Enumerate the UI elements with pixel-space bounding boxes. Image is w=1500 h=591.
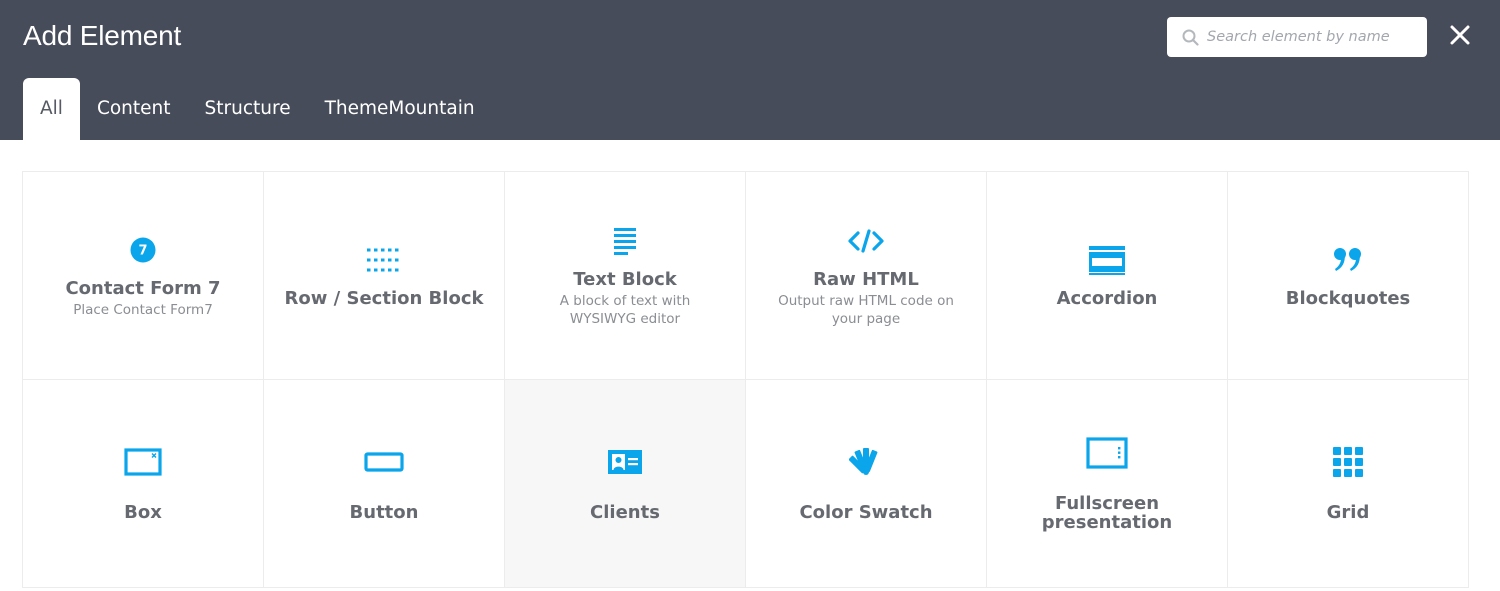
element-name: Accordion	[1056, 288, 1158, 309]
element-name: Grid	[1326, 502, 1370, 523]
search-box[interactable]	[1167, 17, 1427, 57]
element-name: Contact Form 7	[65, 277, 221, 299]
element-clients[interactable]: Clients	[505, 380, 746, 588]
element-description: Output raw HTML code on your page	[778, 292, 954, 327]
element-name: Blockquotes	[1285, 288, 1411, 309]
tab-content[interactable]: Content	[80, 78, 188, 140]
element-raw-html[interactable]: Raw HTML Output raw HTML code on your pa…	[746, 172, 987, 380]
element-box[interactable]: Box	[23, 380, 264, 588]
id-card-icon	[608, 445, 642, 479]
modal-header: Add Element All Content Structure ThemeM…	[0, 0, 1500, 140]
tab-structure[interactable]: Structure	[188, 78, 308, 140]
element-name: Button	[349, 502, 419, 523]
category-tabs: All Content Structure ThemeMountain	[23, 78, 492, 140]
grid-icon	[1333, 445, 1363, 479]
tab-all[interactable]: All	[23, 78, 80, 140]
element-color-swatch[interactable]: Color Swatch	[746, 380, 987, 588]
element-fullscreen-presentation[interactable]: Fullscreen presentation	[987, 380, 1228, 588]
contact-form-7-icon: 7	[130, 233, 156, 267]
fullscreen-icon	[1086, 436, 1128, 470]
element-row-section-block[interactable]: Row / Section Block	[264, 172, 505, 380]
code-icon	[847, 224, 885, 258]
quote-icon	[1333, 243, 1363, 277]
text-lines-icon	[613, 224, 637, 258]
element-name: Raw HTML	[813, 268, 919, 290]
button-icon	[364, 445, 404, 479]
element-accordion[interactable]: Accordion	[987, 172, 1228, 380]
row-section-icon	[366, 243, 402, 277]
element-name: Fullscreen presentation	[1041, 492, 1173, 533]
element-contact-form-7[interactable]: 7 Contact Form 7 Place Contact Form7	[23, 172, 264, 380]
element-name: Box	[124, 502, 162, 523]
element-description: A block of text with WYSIWYG editor	[559, 292, 691, 327]
element-button[interactable]: Button	[264, 380, 505, 588]
search-icon	[1182, 29, 1199, 46]
box-icon	[124, 445, 162, 479]
search-input[interactable]	[1207, 17, 1419, 57]
modal-title: Add Element	[23, 20, 182, 51]
element-name: Text Block	[573, 268, 677, 290]
color-swatch-icon	[849, 445, 883, 479]
element-name: Row / Section Block	[284, 288, 484, 309]
element-name: Color Swatch	[799, 502, 933, 523]
svg-text:7: 7	[138, 243, 147, 258]
element-text-block[interactable]: Text Block A block of text with WYSIWYG …	[505, 172, 746, 380]
tab-thememountain[interactable]: ThemeMountain	[308, 78, 492, 140]
close-button[interactable]	[1449, 24, 1471, 46]
element-blockquotes[interactable]: Blockquotes	[1228, 172, 1469, 380]
element-grid-item[interactable]: Grid	[1228, 380, 1469, 588]
element-grid: 7 Contact Form 7 Place Contact Form7 Row…	[22, 171, 1469, 588]
element-name: Clients	[590, 502, 660, 523]
element-description: Place Contact Form7	[73, 301, 213, 318]
close-icon	[1450, 25, 1470, 45]
accordion-icon	[1088, 243, 1126, 277]
